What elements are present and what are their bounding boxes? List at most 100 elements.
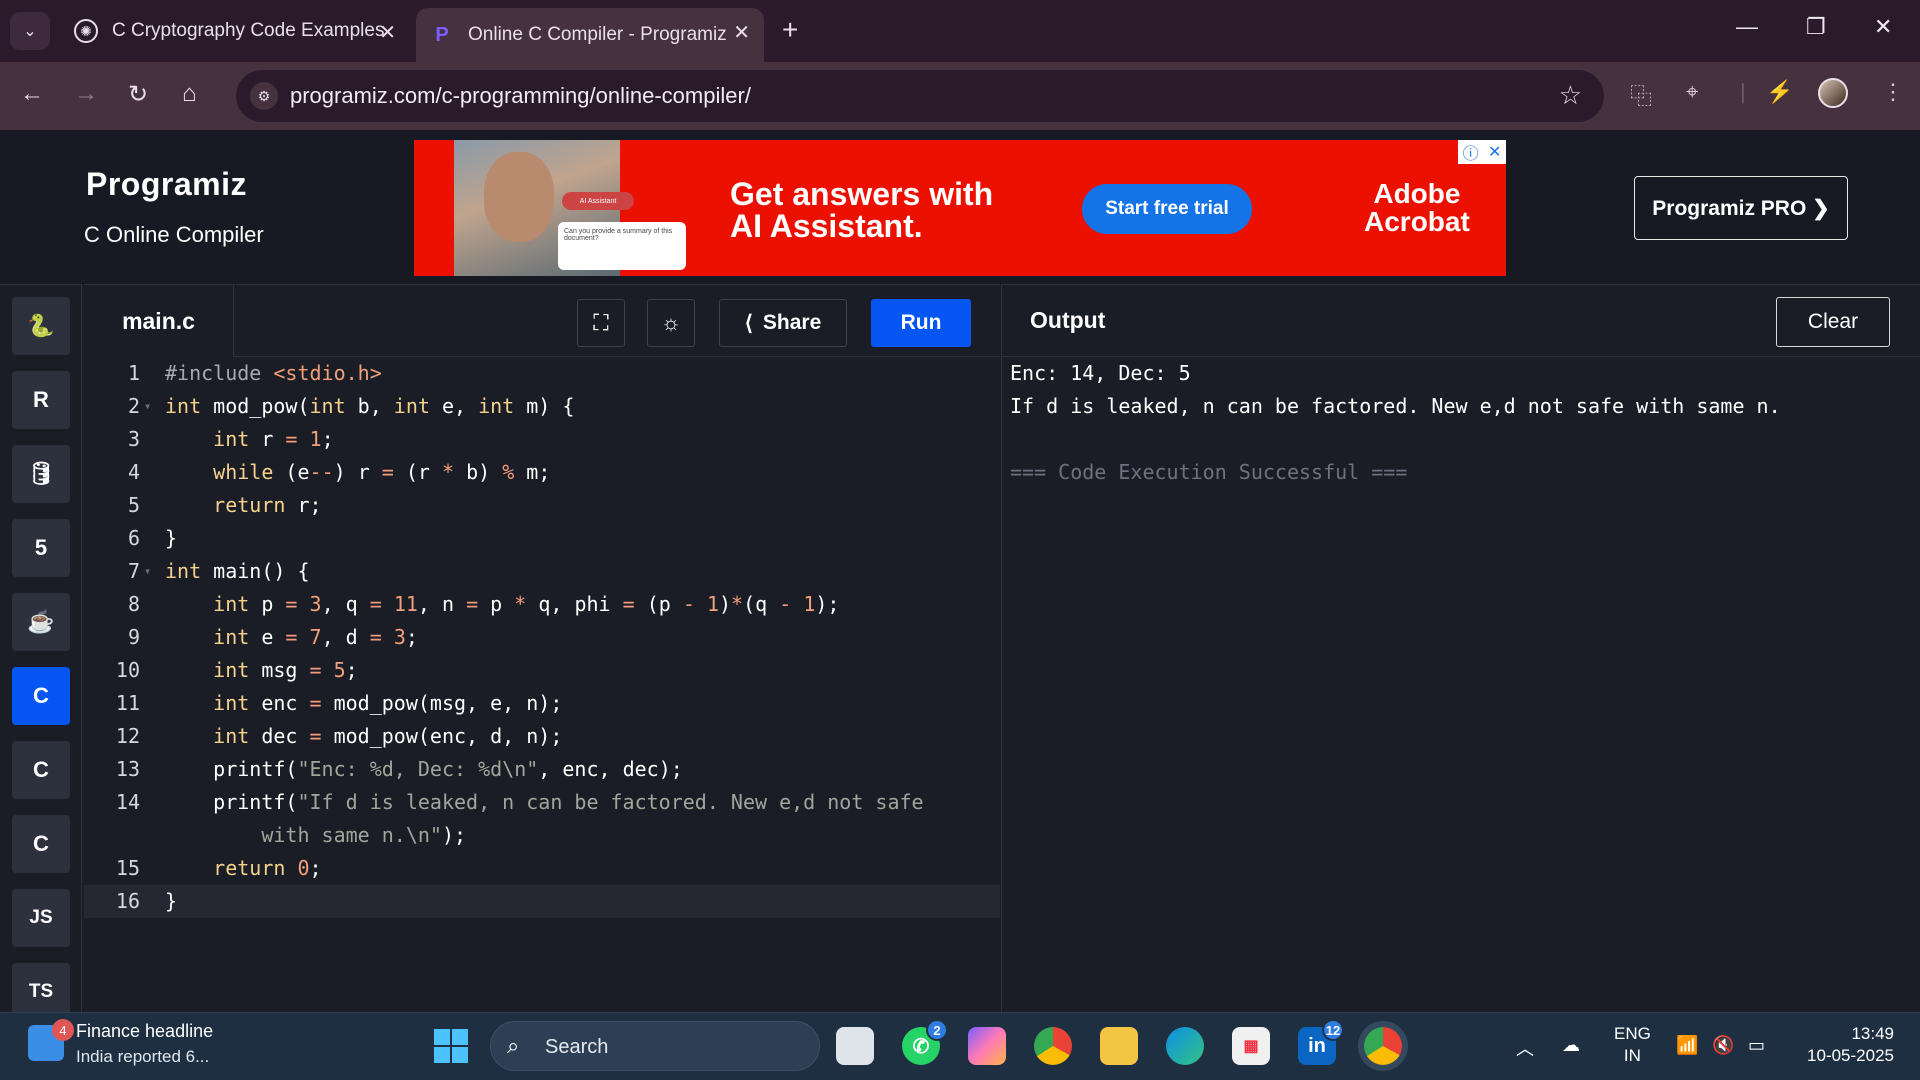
code-line[interactable]: 15 return 0; [84,852,1000,885]
site-settings-icon[interactable]: ⚙ [250,82,278,110]
fullscreen-icon[interactable]: ⛶ [577,299,625,347]
news-widget-icon[interactable]: 4 [28,1019,74,1061]
code-area[interactable]: 1 #include <stdio.h> 2 ▾ int mod_pow(int b, … [84,357,1000,918]
new-tab-plus-icon[interactable]: + [782,14,798,46]
speaker-muted-icon[interactable]: 🔇 [1712,1035,1734,1056]
sql-language-icon[interactable]: 🛢 [12,445,70,503]
line-number: 3 [127,427,140,451]
code-line[interactable]: 13 printf("Enc: %d, Dec: %d\n", enc, dec… [84,753,1000,786]
csharp-language-icon[interactable]: C [12,815,70,873]
performance-icon[interactable]: ⚡ [1766,79,1793,105]
taskbar-search[interactable]: ⌕ Search [490,1021,820,1071]
python-language-icon[interactable]: 🐍 [12,297,70,355]
run-button[interactable]: Run [871,299,971,347]
code-line[interactable]: 16} [84,885,1000,918]
cpp-language-icon[interactable]: C [12,741,70,799]
line-number: 11 [115,691,140,715]
linkedin-badge: 12 [1322,1019,1344,1041]
news-title[interactable]: Finance headline [76,1021,213,1042]
ad-info-icon[interactable]: ⓘ [1463,140,1479,164]
c-language-icon[interactable]: C [12,667,70,725]
code-line[interactable]: 4 while (e--) r = (r * b) % m; [84,456,1000,489]
clear-button[interactable]: Clear [1776,297,1890,347]
code-line[interactable]: 7 ▾ int main() { [84,555,1000,588]
close-tab-icon[interactable]: ✕ [379,20,396,45]
code-line[interactable]: 9 int e = 7, d = 3; [84,621,1000,654]
code-line[interactable]: 10 int msg = 5; [84,654,1000,687]
whatsapp-icon[interactable]: ✆ 2 [902,1019,948,1065]
editor-header: main.c ⛶ ☼ ⟨ Share Run [84,285,1000,357]
theme-toggle-sun-icon[interactable]: ☼ [647,299,695,347]
system-clock[interactable]: 13:49 10-05-2025 [1796,1023,1894,1067]
tray-overflow-chevron-icon[interactable]: ︿ [1516,1035,1534,1061]
ad-cta-button[interactable]: Start free trial [1082,184,1252,234]
share-button[interactable]: ⟨ Share [719,299,847,347]
html-language-icon[interactable]: 5 [12,519,70,577]
code-line[interactable]: 3 int r = 1; [84,423,1000,456]
code-line[interactable]: 11 int enc = mod_pow(msg, e, n); [84,687,1000,720]
code-line[interactable]: 6} [84,522,1000,555]
profile-avatar[interactable] [1818,78,1848,108]
output-panel: Output Clear Enc: 14, Dec: 5 If d is lea… [1001,284,1920,1012]
microsoft-store-icon[interactable]: ▦ [1232,1027,1270,1065]
code-line[interactable]: 8 int p = 3, q = 11, n = p * q, phi = (p… [84,588,1000,621]
home-icon[interactable]: ⌂ [182,80,197,108]
advertisement-banner[interactable]: AI Assistant Can you provide a summary o… [414,140,1506,276]
code-line[interactable]: 5 return r; [84,489,1000,522]
file-tab-main-c[interactable]: main.c [84,285,234,357]
clock-time: 13:49 [1851,1024,1894,1043]
forward-arrow-icon[interactable]: → [74,80,98,108]
bookmark-star-icon[interactable]: ☆ [1559,80,1582,111]
code-text: while (e--) r = (r * b) % m; [213,460,551,484]
fold-chevron-icon[interactable]: ▾ [144,390,151,423]
onedrive-icon[interactable]: ☁ [1562,1035,1580,1056]
reload-icon[interactable]: ↻ [128,80,148,109]
windows-start-icon[interactable] [434,1029,468,1063]
back-arrow-icon[interactable]: ← [20,80,44,108]
lang-bottom: IN [1623,1046,1641,1065]
battery-icon[interactable]: ▭ [1748,1035,1765,1056]
code-line[interactable]: 2 ▾ int mod_pow(int b, int e, int m) { [84,390,1000,423]
code-line[interactable]: 14 printf("If d is leaked, n can be fact… [84,786,1000,819]
input-language-indicator[interactable]: ENG IN [1614,1023,1651,1067]
programiz-pro-button[interactable]: Programiz PRO ❯ [1634,176,1848,240]
code-text: #include <stdio.h> [165,361,382,385]
code-text: return 0; [213,856,322,880]
task-view-icon[interactable] [836,1027,874,1065]
edge-icon[interactable] [1166,1027,1204,1065]
news-subtitle[interactable]: India reported 6... [76,1047,209,1067]
javascript-language-icon[interactable]: JS [12,889,70,947]
file-explorer-icon[interactable] [1100,1027,1138,1065]
code-line[interactable]: 12 int dec = mod_pow(enc, d, n); [84,720,1000,753]
minimize-icon[interactable]: — [1736,14,1758,40]
url-text[interactable]: programiz.com/c-programming/online-compi… [290,83,751,109]
chrome-icon[interactable] [1034,1027,1072,1065]
chrome-profile-icon[interactable] [1364,1027,1402,1065]
restore-icon[interactable]: ❐ [1806,14,1826,40]
line-number: 10 [115,658,140,682]
ad-chat-card: Can you provide a summary of this docume… [558,222,686,270]
copilot-icon[interactable] [968,1027,1006,1065]
code-text: return r; [213,493,322,517]
code-line[interactable]: 1 #include <stdio.h> [84,357,1000,390]
ad-close-icon[interactable]: ✕ [1488,142,1501,162]
address-bar[interactable]: ⚙ programiz.com/c-programming/online-com… [236,70,1604,122]
linkedin-icon[interactable]: in 12 [1298,1019,1344,1065]
tab-online-c-compiler[interactable]: P Online C Compiler - Programiz ✕ [416,8,764,62]
code-text: int msg = 5; [213,658,358,682]
close-tab-icon[interactable]: ✕ [733,20,750,45]
line-number: 9 [127,625,140,649]
translate-icon[interactable]: ⿻ [1630,79,1652,111]
java-language-icon[interactable]: ☕ [12,593,70,651]
tab-cryptography-examples[interactable]: ✺ C Cryptography Code Examples ✕ [62,8,410,54]
fold-chevron-icon[interactable]: ▾ [144,555,151,588]
r-language-icon[interactable]: R [12,371,70,429]
tab-search-chevron-icon[interactable]: ⌄ [10,12,50,50]
wifi-icon[interactable]: 📶 [1676,1035,1698,1056]
code-line[interactable]: with same n.\n"); [84,819,1000,852]
programiz-logo[interactable]: Programiz [86,166,247,203]
kebab-menu-icon[interactable]: ⋮ [1882,79,1904,105]
screenshot-icon[interactable]: ⌖ [1686,79,1698,105]
ad-headline: Get answers with AI Assistant. [730,178,993,242]
window-close-icon[interactable]: ✕ [1874,14,1892,40]
